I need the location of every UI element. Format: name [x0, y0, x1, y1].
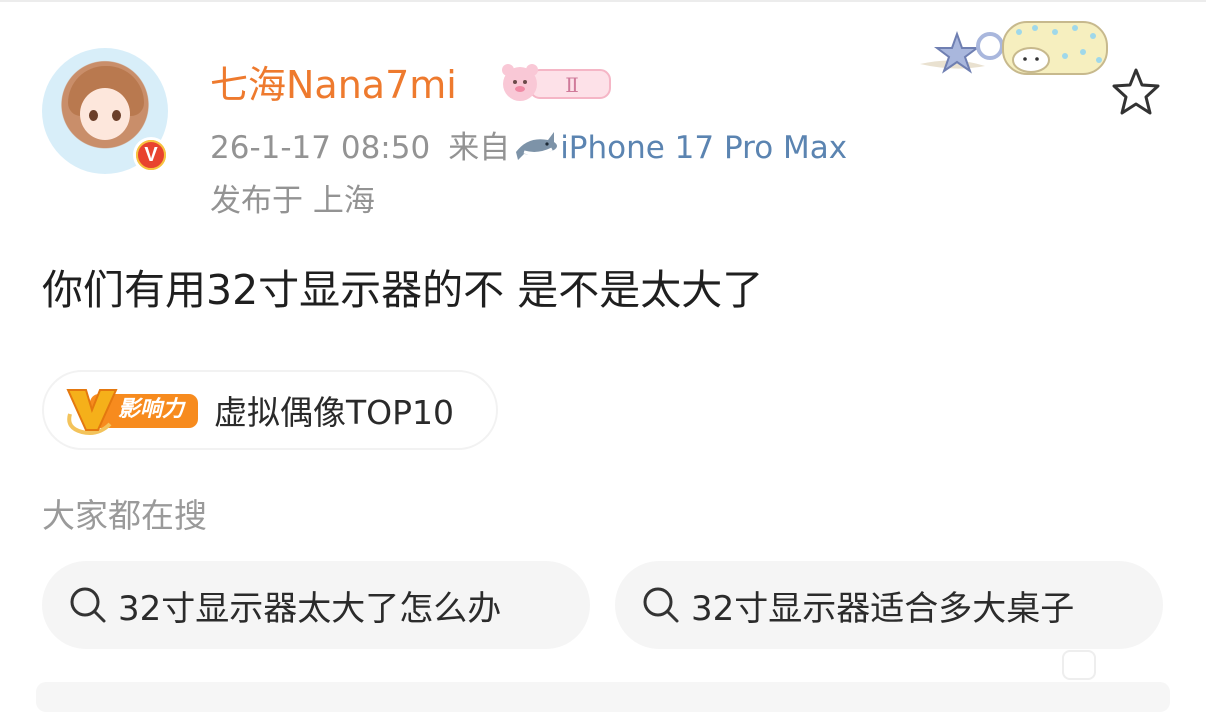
- verified-badge-icon: V: [133, 137, 169, 173]
- shark-icon: [514, 126, 560, 166]
- search-suggestion-text: 32寸显示器适合多大桌子: [691, 588, 1075, 629]
- post-time: 26-1-17 08:50: [210, 130, 431, 166]
- search-icon: [643, 587, 679, 623]
- search-suggestion-pill[interactable]: 32寸显示器适合多大桌子: [615, 561, 1163, 649]
- search-heading: 大家都在搜: [42, 496, 207, 535]
- influence-badge-label: 影响力: [118, 397, 185, 422]
- post-meta: 26-1-17 08:50 来自 iPhone 17 Pro Max: [210, 126, 847, 169]
- star-sheep-decoration-icon: [915, 16, 1115, 80]
- star-outline-icon[interactable]: [1110, 66, 1162, 118]
- watermark-icon: [1062, 650, 1096, 680]
- next-card-edge: [36, 682, 1170, 712]
- post-location: 发布于 上海: [210, 183, 375, 219]
- search-suggestion-text: 32寸显示器太大了怎么办: [118, 588, 502, 629]
- influence-topic-tag[interactable]: 影响力 虚拟偶像TOP10: [42, 370, 498, 450]
- source-prefix: 来自: [448, 130, 511, 166]
- search-suggestion-pill[interactable]: 32寸显示器太大了怎么办: [42, 561, 590, 649]
- influence-badge: 影响力: [64, 384, 200, 436]
- search-icon: [70, 587, 106, 623]
- post-content[interactable]: 你们有用32寸显示器的不 是不是太大了: [42, 262, 763, 318]
- username[interactable]: 七海Nana7mi: [210, 62, 457, 108]
- device-link[interactable]: iPhone 17 Pro Max: [560, 130, 847, 166]
- member-badge-icon[interactable]: Ⅱ: [500, 62, 612, 106]
- top-divider: [0, 0, 1206, 2]
- svg-text:Ⅱ: Ⅱ: [565, 73, 579, 97]
- topic-label: 虚拟偶像TOP10: [214, 393, 455, 432]
